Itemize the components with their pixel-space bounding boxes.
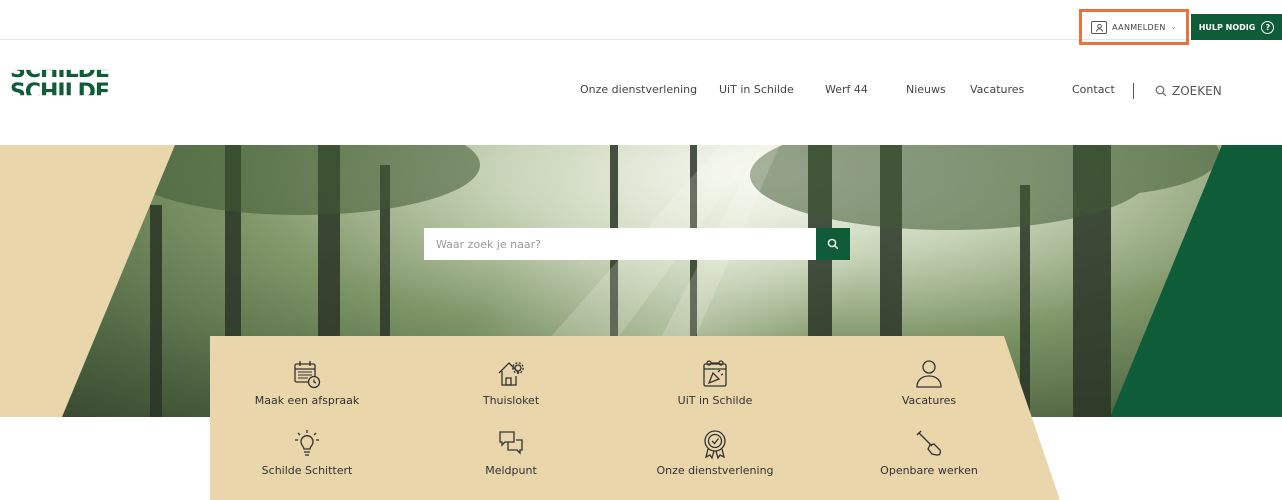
quicklink-label: UiT in Schilde bbox=[677, 394, 753, 407]
nav-item-werf-44[interactable]: Werf 44 bbox=[825, 83, 868, 96]
hero-search-input[interactable] bbox=[424, 228, 816, 260]
house-gear-icon bbox=[498, 362, 524, 386]
quicklink-openbare-werken[interactable]: Openbare werken bbox=[834, 428, 1024, 477]
search-toggle[interactable]: ZOEKEN bbox=[1155, 84, 1222, 98]
quicklink-onze-dienstverlening[interactable]: Onze dienstverlening bbox=[620, 428, 810, 477]
quicklinks-panel: Maak een afspraak Thuisloket UiT in Schi… bbox=[210, 336, 1060, 500]
quicklink-vacatures[interactable]: Vacatures bbox=[834, 358, 1024, 407]
help-label: HULP NODIG bbox=[1198, 22, 1256, 32]
user-id-icon bbox=[1091, 20, 1108, 34]
chat-bubbles-icon bbox=[499, 431, 523, 455]
question-circle-icon: ? bbox=[1261, 20, 1275, 34]
hero-search-bar bbox=[424, 228, 850, 260]
shovel-icon bbox=[916, 430, 942, 456]
award-badge-icon bbox=[704, 430, 726, 460]
quicklink-label: Maak een afspraak bbox=[254, 394, 360, 407]
quicklink-label: Meldpunt bbox=[485, 464, 537, 477]
search-icon bbox=[1155, 85, 1167, 97]
hero-search-button[interactable] bbox=[816, 228, 850, 260]
quicklink-maak-een-afspraak[interactable]: Maak een afspraak bbox=[212, 358, 402, 407]
person-icon bbox=[916, 360, 942, 388]
nav-item-nieuws[interactable]: Nieuws bbox=[906, 83, 946, 96]
lightbulb-icon bbox=[295, 430, 319, 456]
calendar-clock-icon bbox=[294, 361, 321, 389]
search-icon bbox=[827, 238, 839, 250]
chevron-down-icon: ⌄ bbox=[1170, 23, 1177, 31]
nav-item-uit-in-schilde[interactable]: UiT in Schilde bbox=[719, 83, 794, 96]
login-button[interactable]: AANMELDEN ⌄ bbox=[1079, 9, 1189, 45]
login-label: AANMELDEN bbox=[1112, 22, 1166, 32]
quicklink-label: Thuisloket bbox=[482, 394, 540, 407]
quicklink-schilde-schittert[interactable]: Schilde Schittert bbox=[212, 428, 402, 477]
logo-text-bottom: SCHILDE bbox=[10, 80, 109, 105]
quicklink-meldpunt[interactable]: Meldpunt bbox=[416, 428, 606, 477]
logo-text-top: SCHILDE bbox=[10, 58, 109, 83]
search-toggle-label: ZOEKEN bbox=[1172, 84, 1222, 98]
quicklink-thuisloket[interactable]: Thuisloket bbox=[416, 358, 606, 407]
calendar-party-icon bbox=[703, 360, 727, 387]
help-button[interactable]: HULP NODIG ? bbox=[1191, 14, 1282, 40]
quicklink-label: Onze dienstverlening bbox=[656, 464, 774, 477]
nav-item-vacatures[interactable]: Vacatures bbox=[970, 83, 1024, 96]
quicklink-label: Vacatures bbox=[901, 394, 957, 407]
nav-item-onze-dienstverlening[interactable]: Onze dienstverlening bbox=[580, 83, 697, 96]
nav-item-contact[interactable]: Contact bbox=[1072, 83, 1115, 96]
nav-divider bbox=[1133, 83, 1134, 99]
quicklink-label: Openbare werken bbox=[880, 464, 978, 477]
site-logo[interactable]: SCHILDE SCHILDE bbox=[10, 62, 109, 114]
quicklink-uit-in-schilde[interactable]: UiT in Schilde bbox=[620, 358, 810, 407]
quicklink-label: Schilde Schittert bbox=[261, 464, 353, 477]
